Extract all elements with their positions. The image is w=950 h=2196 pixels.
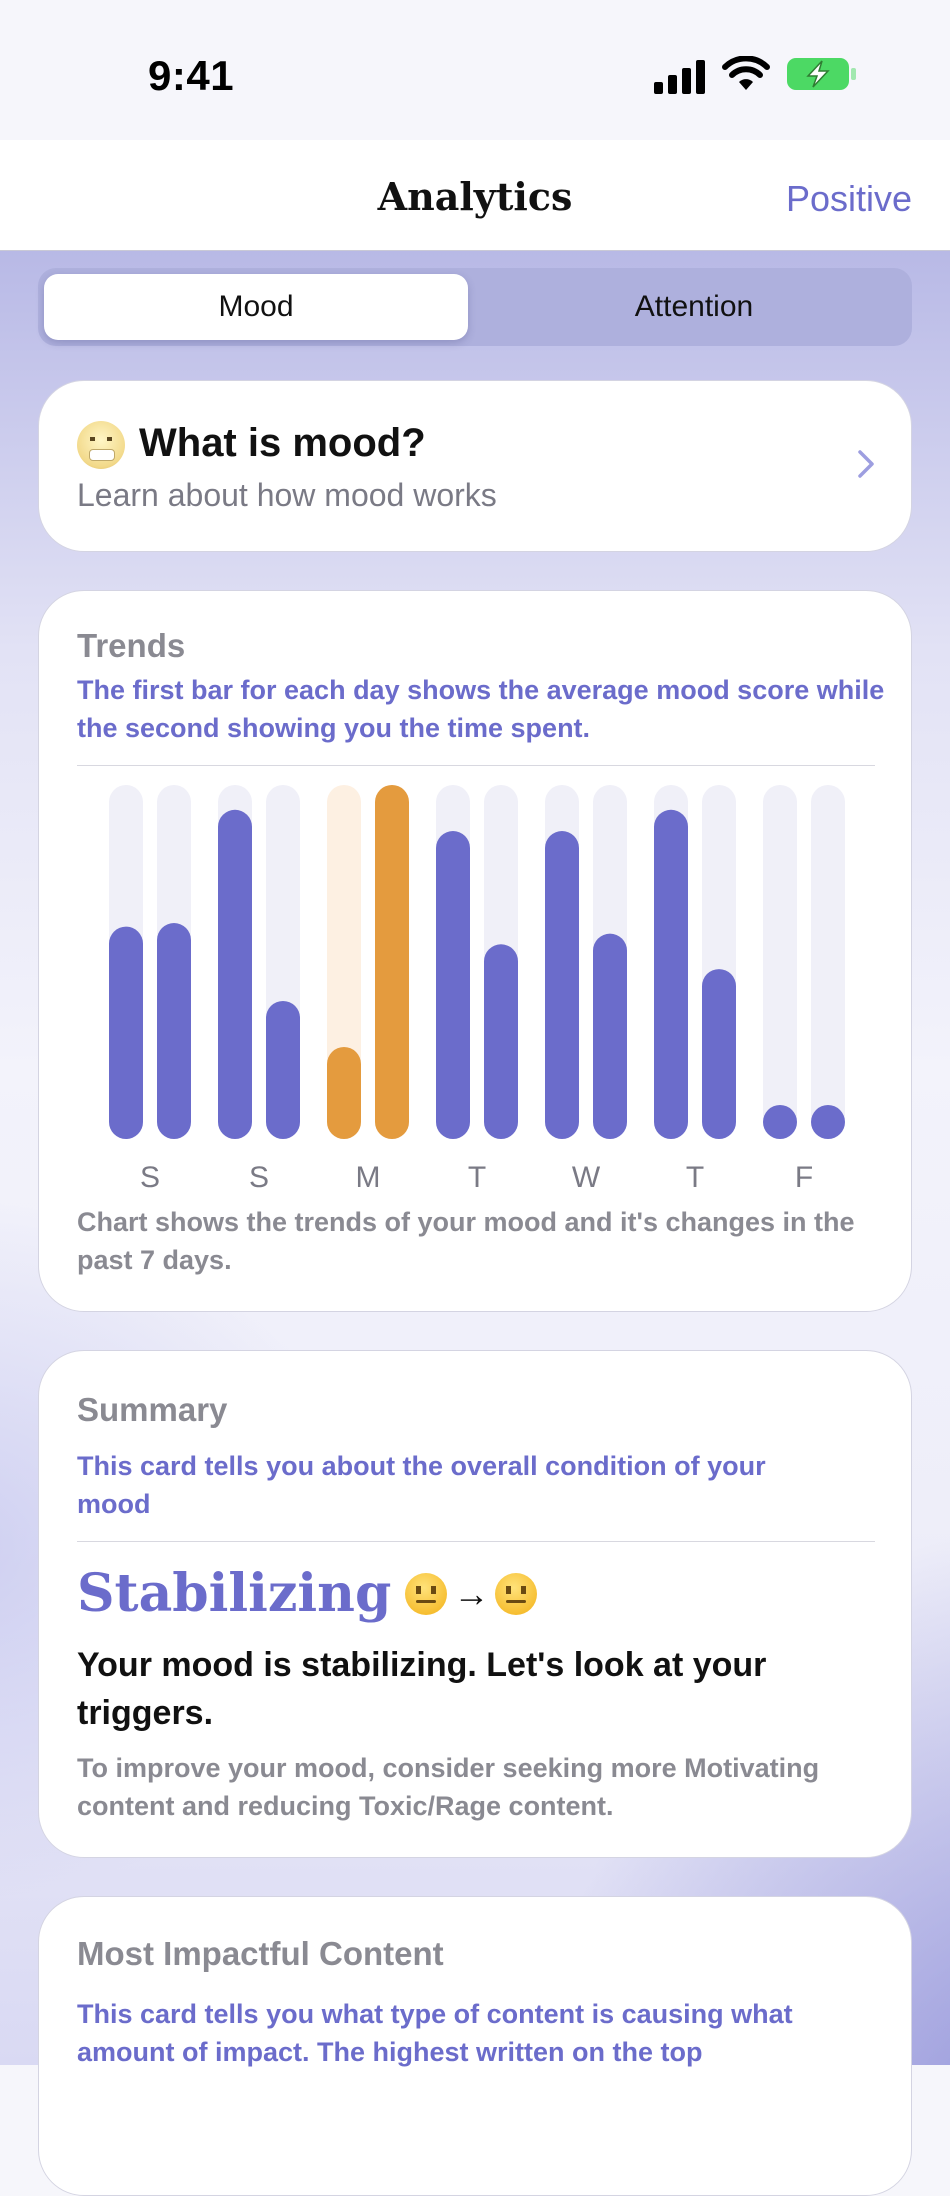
time-spent-bar — [593, 933, 627, 1139]
time-spent-bar — [702, 969, 736, 1139]
mood-score-bar — [545, 831, 579, 1139]
summary-body: To improve your mood, consider seeking m… — [77, 1753, 820, 1821]
status-bar: 9:41 — [0, 0, 950, 140]
day-tick-label: T — [468, 1161, 486, 1194]
time-spent-bar — [375, 785, 409, 1139]
impact-label: Most Impactful Content — [77, 1935, 444, 1972]
day-tick-label: W — [572, 1161, 601, 1194]
impactful-content-card: Most Impactful Content This card tells y… — [38, 1896, 912, 2196]
time-spent-bar — [157, 923, 191, 1139]
wifi-icon — [722, 56, 770, 90]
mood-score-bar — [763, 1105, 797, 1139]
mood-attention-segmented-control: Mood Attention — [38, 268, 912, 346]
mask-face-emoji-icon — [77, 421, 125, 469]
mood-score-bar — [654, 809, 688, 1139]
what-is-mood-card[interactable]: What is mood? Learn about how mood works — [38, 380, 912, 552]
mood-trend-chart: SSMTWTF — [109, 785, 845, 1194]
time-spent-bar — [484, 944, 518, 1139]
bar-track — [763, 785, 797, 1139]
battery-charging-icon — [787, 58, 856, 90]
positive-filter-button[interactable]: Positive — [786, 178, 912, 220]
day-tick-label: M — [356, 1161, 381, 1194]
trends-caption: Chart shows the trends of your mood and … — [77, 1207, 855, 1275]
time-spent-bar — [266, 1000, 300, 1139]
trends-card: Trends The first bar for each day shows … — [38, 590, 912, 1312]
mood-score-bar — [109, 926, 143, 1139]
cellular-signal-icon — [654, 60, 705, 94]
trends-divider — [77, 765, 875, 766]
tab-mood[interactable]: Mood — [44, 274, 468, 340]
time-spent-bar — [811, 1105, 845, 1139]
mood-state: Stabilizing — [77, 1563, 392, 1624]
summary-card: Summary This card tells you about the ov… — [38, 1350, 912, 1858]
neutral-face-icon — [495, 1572, 538, 1615]
day-tick-label: S — [140, 1161, 160, 1194]
summary-description: This card tells you about the overall co… — [77, 1451, 766, 1519]
mood-card-title: What is mood? — [139, 421, 426, 465]
summary-label: Summary — [77, 1391, 228, 1428]
trends-label: Trends — [77, 627, 186, 664]
status-time: 9:41 — [148, 52, 235, 99]
day-tick-label: F — [795, 1161, 813, 1194]
summary-headline: Your mood is stabilizing. Let's look at … — [77, 1646, 767, 1732]
day-tick-label: T — [686, 1161, 704, 1194]
trends-description: The first bar for each day shows the ave… — [77, 675, 885, 743]
mood-score-bar — [436, 831, 470, 1139]
neutral-face-icon — [405, 1572, 448, 1615]
day-tick-label: S — [249, 1161, 269, 1194]
summary-divider — [77, 1541, 875, 1542]
mood-state-row: Stabilizing → — [77, 1563, 538, 1624]
mood-score-bar — [218, 809, 252, 1139]
tab-attention[interactable]: Attention — [482, 274, 906, 340]
chevron-right-icon — [858, 450, 874, 478]
impact-description: This card tells you what type of content… — [77, 1999, 793, 2067]
navigation-bar: Analytics Positive — [0, 140, 950, 251]
mood-card-subtitle: Learn about how mood works — [77, 477, 497, 513]
bar-track — [811, 785, 845, 1139]
arrow-right-icon: → — [453, 1572, 490, 1614]
mood-score-bar — [327, 1046, 361, 1139]
